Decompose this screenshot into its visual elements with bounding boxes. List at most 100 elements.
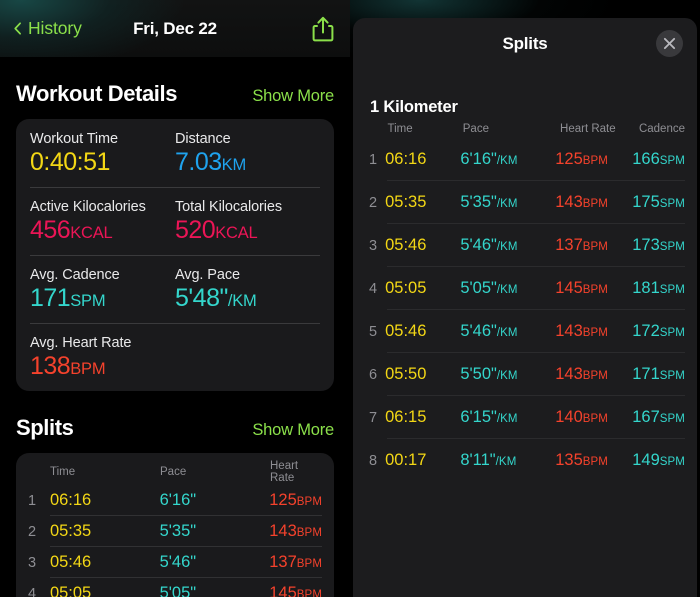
- chevron-left-icon: [14, 22, 21, 35]
- column-header-heart-rate: Heart Rate: [270, 460, 299, 484]
- split-index: 1: [369, 151, 378, 168]
- split-heart-rate: 137BPM: [269, 553, 322, 572]
- split-cadence: 173SPM: [632, 236, 685, 255]
- split-pace: 8'11"/KM: [460, 451, 555, 470]
- split-cadence-value: 166: [632, 150, 660, 168]
- metric-row: Active Kilocalories 456KCAL Total Kiloca…: [30, 187, 320, 255]
- back-to-history-button[interactable]: History: [11, 18, 82, 39]
- split-heart-rate: 143BPM: [555, 365, 632, 384]
- metric-avg-pace: Avg. Pace 5'48"/KM: [175, 255, 320, 323]
- splits-column-headers: Time Pace Heart Rate: [28, 453, 322, 485]
- split-index: 4: [369, 280, 378, 297]
- metric-avg-cadence: Avg. Cadence 171SPM: [30, 255, 175, 323]
- split-pace-unit: /KM: [496, 413, 518, 425]
- split-cadence-value: 149: [632, 451, 660, 469]
- split-hr-unit: BPM: [296, 558, 323, 570]
- split-index: 7: [369, 409, 378, 426]
- metric-value: 0:40:51: [30, 148, 175, 176]
- metric-workout-time: Workout Time 0:40:51: [30, 119, 175, 187]
- split-index: 1: [28, 492, 37, 509]
- split-time: 06:15: [385, 408, 427, 426]
- split-index: 6: [369, 366, 378, 383]
- split-hr-value: 143: [555, 365, 583, 383]
- split-cadence: 181SPM: [632, 279, 685, 298]
- metric-total-kilocalories: Total Kilocalories 520KCAL: [175, 187, 320, 255]
- split-pace: 6'16"/KM: [460, 150, 555, 169]
- metric-row: Avg. Cadence 171SPM Avg. Pace 5'48"/KM: [30, 255, 320, 323]
- splits-show-more-button[interactable]: Show More: [252, 421, 334, 440]
- split-hr-unit: BPM: [296, 527, 323, 539]
- split-hr-value: 143: [269, 522, 297, 540]
- split-heart-rate: 145BPM: [269, 584, 322, 597]
- metric-value: 5'48"/KM: [175, 284, 320, 312]
- split-cadence-unit: SPM: [659, 327, 685, 339]
- metric-unit: /KM: [227, 292, 257, 310]
- metric-unit: KCAL: [215, 224, 258, 242]
- metric-distance: Distance 7.03KM: [175, 119, 320, 187]
- navigation-bar: History Fri, Dec 22: [0, 0, 350, 57]
- split-cadence: 149SPM: [632, 451, 685, 470]
- split-time: 05:46: [49, 553, 92, 571]
- sheet-body: 1 Kilometer Time Pace Heart Rate Cadence…: [353, 98, 697, 482]
- metric-unit: BPM: [70, 360, 106, 378]
- metric-label: Avg. Heart Rate: [30, 335, 132, 351]
- split-time: 06:16: [385, 150, 427, 168]
- split-index: 3: [28, 554, 37, 571]
- split-pace-value: 5'05": [460, 279, 497, 297]
- workout-details-header: Workout Details Show More: [16, 81, 334, 107]
- close-button[interactable]: [656, 30, 683, 57]
- split-cadence-value: 171: [632, 365, 660, 383]
- sheet-title: Splits: [502, 34, 548, 53]
- splits-column-headers: Time Pace Heart Rate Cadence: [365, 121, 685, 138]
- splits-card: Time Pace Heart Rate 1 06:16 6'16" 125BP…: [16, 453, 334, 597]
- split-time: 05:35: [49, 522, 92, 540]
- column-header-time: Time: [387, 123, 413, 135]
- split-cadence-value: 181: [632, 279, 660, 297]
- split-pace-value: 6'15": [460, 408, 497, 426]
- split-pace-value: 6'16": [460, 150, 497, 168]
- table-row: 8 00:17 8'11"/KM 135BPM 149SPM: [365, 439, 685, 482]
- metric-unit: SPM: [70, 292, 106, 310]
- metric-avg-heart-rate: Avg. Heart Rate 138BPM: [30, 323, 320, 391]
- table-row: 2 05:35 5'35" 143BPM: [28, 516, 322, 547]
- split-pace: 5'46"/KM: [460, 322, 555, 341]
- table-row: 3 05:46 5'46" 137BPM: [28, 547, 322, 578]
- split-cadence-value: 172: [632, 322, 660, 340]
- split-hr-value: 145: [555, 279, 583, 297]
- split-time: 05:35: [385, 193, 427, 211]
- split-index: 8: [369, 452, 378, 469]
- splits-title: Splits: [16, 415, 74, 440]
- split-time: 05:46: [385, 322, 427, 340]
- app-screen: History Fri, Dec 22 Workout Details Show…: [0, 0, 700, 597]
- split-cadence-unit: SPM: [659, 413, 685, 425]
- table-row: 1 06:16 6'16"/KM 125BPM 166SPM: [365, 138, 685, 181]
- metric-number: 7.03: [175, 148, 222, 176]
- metric-label: Avg. Cadence: [30, 267, 120, 283]
- metric-number: 520: [175, 216, 216, 244]
- sheet-header: Splits: [353, 18, 697, 70]
- metric-value: 520KCAL: [175, 216, 320, 244]
- table-row: 2 05:35 5'35"/KM 143BPM 175SPM: [365, 181, 685, 224]
- split-pace-unit: /KM: [496, 241, 518, 253]
- workout-details-show-more-button[interactable]: Show More: [252, 87, 334, 106]
- split-hr-unit: BPM: [582, 413, 608, 425]
- table-row: 4 05:05 5'05"/KM 145BPM 181SPM: [365, 267, 685, 310]
- split-heart-rate: 137BPM: [555, 236, 632, 255]
- table-row: 4 05:05 5'05" 145BPM: [28, 578, 322, 597]
- metric-number: 5'48": [175, 284, 228, 312]
- split-pace: 5'46": [159, 553, 197, 571]
- split-heart-rate: 143BPM: [555, 322, 632, 341]
- split-heart-rate: 135BPM: [555, 451, 632, 470]
- share-up-arrow-icon[interactable]: [312, 16, 334, 42]
- split-cadence-value: 175: [632, 193, 660, 211]
- split-heart-rate: 140BPM: [555, 408, 632, 427]
- metric-number: 171: [30, 284, 71, 312]
- metric-number: 138: [30, 352, 71, 380]
- split-time: 05:05: [385, 279, 427, 297]
- split-hr-value: 140: [555, 408, 583, 426]
- metric-unit: KM: [221, 156, 247, 174]
- close-x-icon: [663, 37, 676, 50]
- split-index: 4: [28, 585, 37, 597]
- split-pace-unit: /KM: [496, 327, 518, 339]
- split-hr-value: 143: [555, 193, 583, 211]
